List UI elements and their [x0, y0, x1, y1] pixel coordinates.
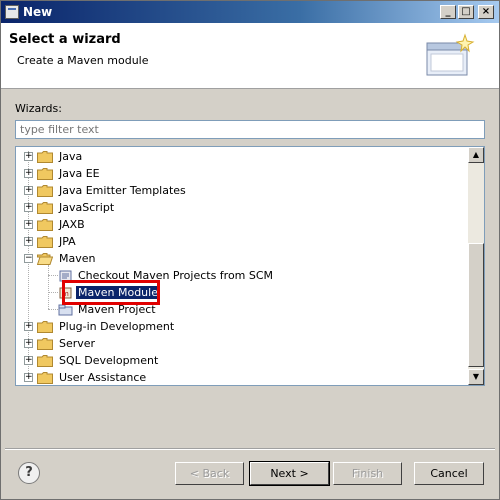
- folder-icon: [37, 355, 53, 367]
- page-subtitle: Create a Maven module: [17, 54, 149, 67]
- back-button[interactable]: < Back: [175, 462, 244, 485]
- page-title: Select a wizard: [9, 32, 121, 47]
- minimize-button[interactable]: _: [440, 5, 456, 19]
- expand-icon[interactable]: +: [24, 152, 33, 161]
- expand-icon[interactable]: +: [24, 220, 33, 229]
- tree-connector-line: [48, 265, 49, 309]
- window-title: New: [23, 5, 53, 19]
- tree-connector-line: [48, 275, 58, 276]
- title-bar: New _ □ ×: [1, 1, 499, 23]
- scroll-thumb[interactable]: [468, 243, 484, 367]
- cancel-button[interactable]: Cancel: [414, 462, 484, 485]
- folder-icon: [37, 151, 53, 163]
- folder-icon: [37, 219, 53, 231]
- scroll-down-arrow-icon[interactable]: ▼: [468, 369, 484, 385]
- filter-input[interactable]: [15, 120, 485, 139]
- folder-icon: [37, 372, 53, 384]
- collapse-icon[interactable]: −: [24, 254, 33, 263]
- wizard-tree[interactable]: + Java + Java EE + Java Emitter Template…: [15, 146, 485, 386]
- expand-icon[interactable]: +: [24, 356, 33, 365]
- vertical-scrollbar[interactable]: ▲ ▼: [468, 147, 484, 385]
- expand-icon[interactable]: +: [24, 339, 33, 348]
- folder-icon: [37, 202, 53, 214]
- new-wizard-dialog: New _ □ × Select a wizard Create a Maven…: [0, 0, 500, 500]
- wizard-banner-icon: [426, 33, 475, 76]
- folder-icon: [37, 168, 53, 180]
- expand-icon[interactable]: +: [24, 237, 33, 246]
- folder-icon: [37, 185, 53, 197]
- folder-icon: [37, 338, 53, 350]
- selection-highlight-box: [62, 280, 160, 305]
- app-icon: [5, 5, 19, 19]
- wizards-label: Wizards:: [15, 102, 62, 115]
- scroll-up-arrow-icon[interactable]: ▲: [468, 147, 484, 163]
- maven-project-icon: [58, 304, 73, 316]
- tree-connector-line: [48, 309, 58, 310]
- finish-button[interactable]: Finish: [333, 462, 402, 485]
- open-folder-icon: [37, 253, 53, 265]
- expand-icon[interactable]: +: [24, 203, 33, 212]
- folder-icon: [37, 236, 53, 248]
- wizard-header: Select a wizard Create a Maven module: [1, 23, 499, 89]
- expand-icon[interactable]: +: [24, 322, 33, 331]
- tree-connector-line: [48, 292, 58, 293]
- next-button[interactable]: Next >: [249, 461, 330, 486]
- maximize-button[interactable]: □: [458, 5, 474, 19]
- expand-icon[interactable]: +: [24, 373, 33, 382]
- close-button[interactable]: ×: [478, 5, 494, 19]
- footer-separator: [5, 448, 495, 450]
- help-icon[interactable]: ?: [18, 462, 40, 484]
- folder-icon: [37, 321, 53, 333]
- expand-icon[interactable]: +: [24, 186, 33, 195]
- expand-icon[interactable]: +: [24, 169, 33, 178]
